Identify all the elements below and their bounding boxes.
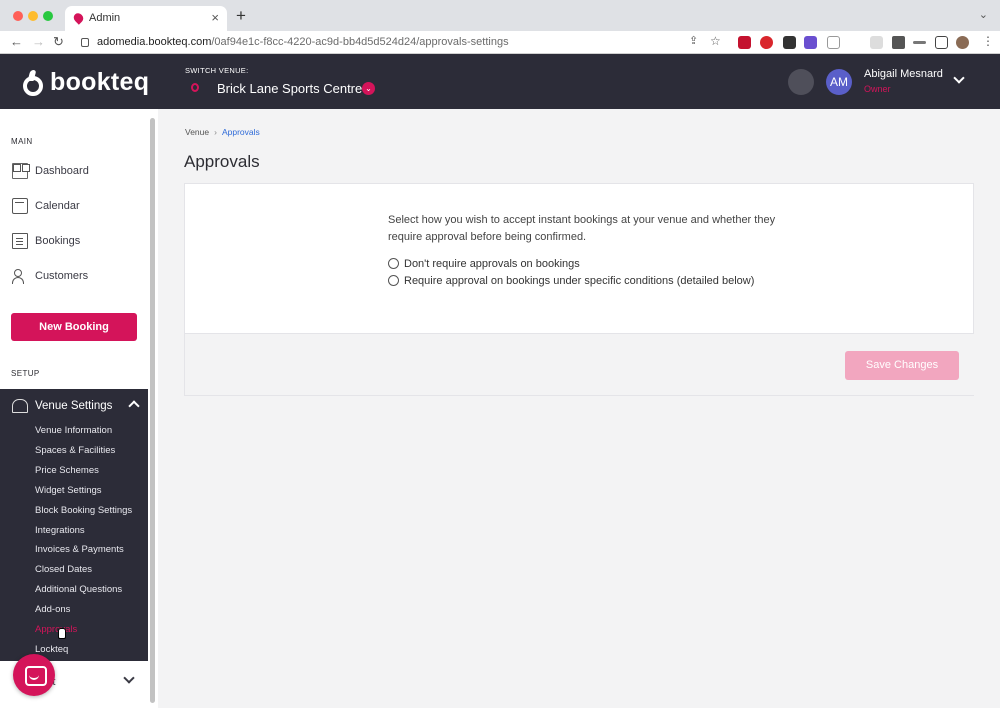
bookings-icon: [12, 233, 28, 249]
customers-icon: [12, 268, 28, 284]
stadium-icon: [12, 399, 28, 413]
venue-settings-toggle[interactable]: Venue Settings: [12, 397, 140, 415]
bookteq-logo-icon: [22, 70, 44, 96]
submenu-closed-dates[interactable]: Closed Dates: [35, 564, 92, 575]
sidebar-item-calendar[interactable]: Calendar: [12, 194, 152, 218]
submenu-additional-questions[interactable]: Additional Questions: [35, 584, 122, 595]
browser-tab-bar: Admin × + ⌄: [0, 0, 1000, 31]
sidebar-item-customers[interactable]: Customers: [12, 264, 152, 288]
chevron-down-icon: [123, 672, 135, 684]
maximize-window-button[interactable]: [43, 11, 53, 21]
submenu-widget-settings[interactable]: Widget Settings: [35, 485, 102, 496]
new-booking-button[interactable]: New Booking: [11, 313, 137, 341]
switch-venue-label: SWITCH VENUE:: [185, 66, 249, 75]
bookmark-star-icon[interactable]: ☆: [710, 34, 721, 48]
browser-toolbar: ← → ↻ adomedia.bookteq.com/0af94e1c-f8cc…: [0, 31, 1000, 54]
extension-dropper-icon[interactable]: [783, 36, 796, 49]
url-text[interactable]: adomedia.bookteq.com/0af94e1c-f8cc-4220-…: [97, 36, 509, 48]
extension-br-icon[interactable]: [848, 36, 861, 49]
browser-menu-icon[interactable]: ⋮: [982, 34, 994, 48]
option-label: Don't require approvals on bookings: [404, 258, 580, 270]
logo-text: bookteq: [50, 68, 150, 96]
sidebar-section-main: MAIN: [11, 137, 33, 146]
dashboard-icon: [12, 163, 28, 179]
venue-switcher[interactable]: Brick Lane Sports Centre: [217, 81, 362, 96]
breadcrumb: Venue › Approvals: [185, 127, 260, 137]
option-conditional-approval[interactable]: Require approval on bookings under speci…: [388, 273, 764, 290]
chevron-up-icon: [128, 400, 140, 412]
submenu-spaces-facilities[interactable]: Spaces & Facilities: [35, 445, 115, 456]
reload-icon[interactable]: ↻: [53, 34, 64, 50]
user-avatar[interactable]: AM: [826, 69, 852, 95]
submenu-approvals[interactable]: Approvals: [35, 624, 77, 635]
radio-no-approval[interactable]: [388, 258, 399, 269]
sidebar-item-label: Customers: [35, 270, 89, 282]
page-title: Approvals: [184, 152, 260, 171]
tab-search-icon[interactable]: ⌄: [979, 8, 988, 21]
bookteq-logo[interactable]: bookteq: [22, 68, 149, 97]
submenu-venue-information[interactable]: Venue Information: [35, 425, 112, 436]
tab-close-icon[interactable]: ×: [211, 10, 219, 25]
lock-icon: [81, 38, 89, 47]
calendar-icon: [12, 198, 28, 214]
sidebar: MAIN Dashboard Calendar Bookings Custome…: [0, 109, 158, 708]
user-name[interactable]: Abigail Mesnard: [864, 68, 943, 80]
breadcrumb-separator: ›: [214, 127, 217, 137]
breadcrumb-current[interactable]: Approvals: [222, 127, 260, 137]
venue-chevron-down-icon[interactable]: ⌄: [362, 82, 375, 95]
breadcrumb-venue[interactable]: Venue: [185, 127, 209, 137]
bookteq-favicon-icon: [71, 11, 86, 25]
sidebar-item-label: Bookings: [35, 235, 81, 247]
submenu-integrations[interactable]: Integrations: [35, 525, 85, 536]
sidebar-section-setup: SETUP: [11, 369, 40, 378]
sidebar-item-dashboard[interactable]: Dashboard: [12, 159, 152, 183]
user-role: Owner: [864, 84, 891, 94]
radio-conditional-approval[interactable]: [388, 275, 399, 286]
sidebar-item-label: Dashboard: [35, 165, 89, 177]
save-changes-button[interactable]: Save Changes: [845, 351, 959, 380]
address-bar[interactable]: adomedia.bookteq.com/0af94e1c-f8cc-4220-…: [75, 33, 735, 52]
minimize-window-button[interactable]: [28, 11, 38, 21]
back-arrow-icon[interactable]: ←: [10, 34, 23, 49]
venue-pin-icon: [191, 83, 199, 92]
sidebar-item-label: Calendar: [35, 200, 80, 212]
submenu-add-ons[interactable]: Add-ons: [35, 604, 70, 615]
tab-title: Admin: [89, 12, 121, 24]
sidebar-item-bookings[interactable]: Bookings: [12, 229, 152, 253]
notifications-avatar[interactable]: [788, 69, 814, 95]
sidebar-scrollbar[interactable]: [150, 118, 155, 703]
extension-shield-icon[interactable]: [760, 36, 773, 49]
extension-i-icon[interactable]: [870, 36, 883, 49]
new-tab-button[interactable]: +: [236, 6, 246, 26]
submenu-price-schemes[interactable]: Price Schemes: [35, 465, 99, 476]
share-icon[interactable]: ⇪: [689, 34, 698, 47]
venue-settings-menu: Venue Settings Venue Information Spaces …: [0, 389, 148, 661]
reading-list-icon[interactable]: [913, 41, 926, 44]
user-menu-chevron-down-icon[interactable]: [953, 72, 965, 84]
venue-settings-label: Venue Settings: [35, 400, 113, 412]
extensions-puzzle-icon[interactable]: [892, 36, 905, 49]
submenu-lockteq[interactable]: Lockteq: [35, 644, 68, 655]
extension-gear-icon[interactable]: [804, 36, 817, 49]
app-header: bookteq SWITCH VENUE: Brick Lane Sports …: [0, 54, 1000, 109]
approvals-card: Select how you wish to accept instant bo…: [184, 183, 974, 334]
side-panel-icon[interactable]: [935, 36, 948, 49]
submenu-block-booking-settings[interactable]: Block Booking Settings: [35, 505, 132, 516]
profile-avatar-icon[interactable]: [956, 36, 969, 49]
forward-arrow-icon[interactable]: →: [32, 34, 45, 49]
option-no-approval[interactable]: Don't require approvals on bookings: [388, 256, 764, 273]
close-window-button[interactable]: [13, 11, 23, 21]
submenu-invoices-payments[interactable]: Invoices & Payments: [35, 544, 124, 555]
browser-tab[interactable]: Admin ×: [65, 6, 227, 31]
chat-launcher-icon[interactable]: [13, 654, 55, 696]
option-label: Require approval on bookings under speci…: [404, 275, 755, 287]
extension-lastpass-icon[interactable]: [738, 36, 751, 49]
extension-translate-icon[interactable]: [827, 36, 840, 49]
approvals-intro: Select how you wish to accept instant bo…: [388, 214, 776, 243]
pointer-cursor-icon: [58, 628, 66, 639]
